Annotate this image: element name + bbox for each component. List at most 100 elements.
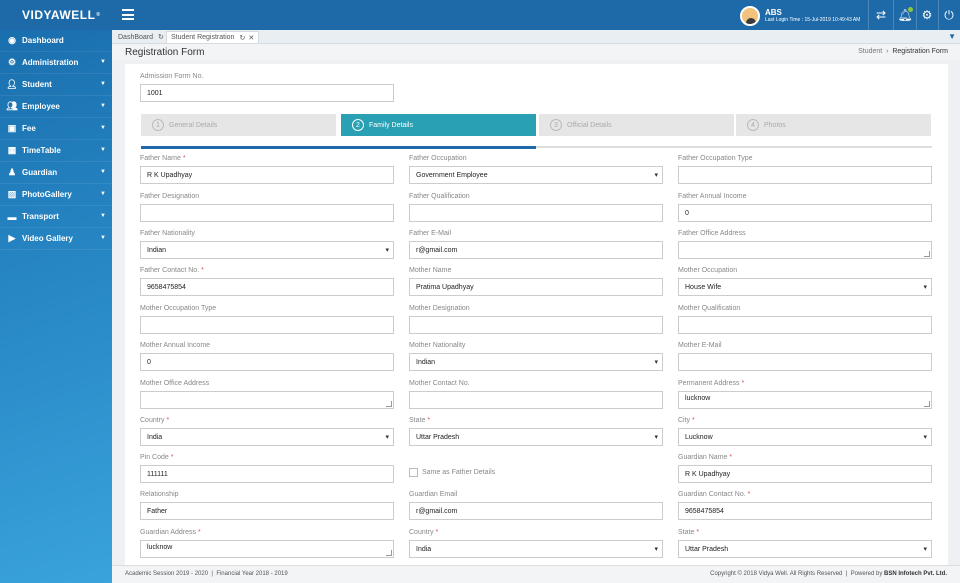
refresh-icon[interactable]: ↻: [158, 33, 164, 41]
sidebar-item-label: Video Gallery: [22, 234, 73, 243]
father-annual-income-input[interactable]: 0: [678, 204, 932, 222]
logo-mark: ®: [96, 12, 101, 18]
guardian-country-select[interactable]: India: [409, 540, 663, 558]
father-nationality-select[interactable]: Indian: [140, 241, 394, 259]
father-office-address-textarea[interactable]: [678, 241, 932, 259]
father-email-input[interactable]: r@gmail.com: [409, 241, 663, 259]
permanent-address-textarea[interactable]: lucknow: [678, 391, 932, 409]
mother-email-label: Mother E-Mail: [678, 342, 722, 349]
sidebar-item-administration[interactable]: ⚙ Administration ▼: [0, 52, 112, 74]
state-select[interactable]: Uttar Pradesh: [409, 428, 663, 446]
refresh-icon[interactable]: ↻: [239, 34, 245, 42]
relationship-label: Relationship: [140, 491, 179, 498]
photo-icon: ▨: [7, 189, 17, 199]
sidebar-item-employee[interactable]: 👥︎ Employee ▼: [0, 96, 112, 118]
bell-icon[interactable]: 🔔︎: [897, 7, 913, 23]
mother-annual-income-input[interactable]: 0: [140, 353, 394, 371]
father-designation-label: Father Designation: [140, 193, 200, 200]
mother-occupation-type-label: Mother Occupation Type: [140, 305, 217, 312]
tab-dashboard[interactable]: DashBoard ↻: [114, 31, 168, 43]
chevron-down-icon: ▼: [100, 147, 106, 153]
filter-icon[interactable]: ▼: [948, 32, 956, 41]
chevron-down-icon: ▼: [100, 103, 106, 109]
sidebar-item-dashboard[interactable]: ◉ Dashboard: [0, 30, 112, 52]
city-select[interactable]: Lucknow: [678, 428, 932, 446]
guardian-icon: ♟: [7, 167, 17, 177]
father-occupation-select[interactable]: Government Employee: [409, 166, 663, 184]
step-number: 3: [550, 119, 562, 131]
app-logo[interactable]: VIDYAWELL ®: [0, 0, 112, 30]
mother-occupation-type-input[interactable]: [140, 316, 394, 334]
guardian-name-input[interactable]: R K Upadhyay: [678, 465, 932, 483]
mother-designation-input[interactable]: [409, 316, 663, 334]
swap-icon[interactable]: ⇄: [873, 7, 889, 23]
sidebar-item-student[interactable]: 👤︎ Student ▼: [0, 74, 112, 96]
sidebar-item-photogallery[interactable]: ▨ PhotoGallery ▼: [0, 184, 112, 206]
father-email-label: Father E-Mail: [409, 230, 452, 237]
mother-qualification-input[interactable]: [678, 316, 932, 334]
step-photos[interactable]: 4 Photos: [736, 114, 931, 136]
user-info[interactable]: ABS Last Login Time : 15-Jul-2019 10:49:…: [740, 6, 860, 26]
close-icon[interactable]: ✕: [248, 34, 254, 42]
relationship-input[interactable]: Father: [140, 502, 394, 520]
sidebar-item-fee[interactable]: ▣ Fee ▼: [0, 118, 112, 140]
guardian-state-select[interactable]: Uttar Pradesh: [678, 540, 932, 558]
step-general-details[interactable]: 1 General Details: [141, 114, 336, 136]
student-icon: 👤︎: [6, 79, 18, 89]
footer: Academic Session 2019 - 2020 | Financial…: [112, 565, 960, 583]
step-number: 1: [152, 119, 164, 131]
pin-code-input[interactable]: 111111: [140, 465, 394, 483]
divider: [893, 0, 894, 30]
tab-label: Student Registration: [171, 34, 235, 41]
father-nationality-label: Father Nationality: [140, 230, 195, 237]
sidebar-item-video-gallery[interactable]: ▶ Video Gallery ▼: [0, 228, 112, 250]
menu-toggle-icon[interactable]: [122, 9, 134, 20]
avatar[interactable]: [740, 6, 760, 26]
father-occupation-type-input[interactable]: [678, 166, 932, 184]
mother-name-label: Mother Name: [409, 267, 452, 274]
gear-icon[interactable]: ⚙: [919, 7, 935, 23]
step-number: 2: [352, 119, 364, 131]
father-designation-input[interactable]: [140, 204, 394, 222]
guardian-email-label: Guardian Email: [409, 491, 458, 498]
tab-student-registration[interactable]: Student Registration ↻ ✕: [166, 31, 260, 43]
father-qualification-input[interactable]: [409, 204, 663, 222]
same-as-father-checkbox[interactable]: [409, 468, 418, 477]
power-icon[interactable]: ⏻: [941, 7, 957, 23]
father-contact-input[interactable]: 9658475854: [140, 278, 394, 296]
academic-session: Academic Session 2019 - 2020: [125, 571, 209, 577]
guardian-email-input[interactable]: r@gmail.com: [409, 502, 663, 520]
same-as-father-label: Same as Father Details: [422, 469, 496, 476]
footer-right: Copyright © 2018 Vidya Well. All Rights …: [710, 571, 947, 577]
sidebar-item-label: Administration: [22, 58, 79, 67]
father-occupation-type-label: Father Occupation Type: [678, 155, 753, 162]
sidebar-item-timetable[interactable]: ▦ TimeTable ▼: [0, 140, 112, 162]
notification-dot: [908, 7, 913, 12]
guardian-contact-input[interactable]: 9658475854: [678, 502, 932, 520]
step-family-details[interactable]: 2 Family Details: [341, 114, 536, 136]
sidebar-item-transport[interactable]: ▬ Transport ▼: [0, 206, 112, 228]
top-bar: VIDYAWELL ® ABS Last Login Time : 15-Jul-…: [0, 0, 960, 30]
step-number: 4: [747, 119, 759, 131]
father-name-input[interactable]: R K Upadhyay: [140, 166, 394, 184]
money-icon: ▣: [7, 123, 17, 133]
mother-nationality-select[interactable]: Indian: [409, 353, 663, 371]
copyright: Copyright © 2018 Vidya Well. All Rights …: [710, 571, 843, 577]
page-header: Registration Form Student › Registration…: [112, 44, 960, 60]
mother-email-input[interactable]: [678, 353, 932, 371]
step-label: Photos: [764, 121, 786, 129]
admission-form-no-input[interactable]: 1001: [140, 84, 394, 102]
divider: [868, 0, 869, 30]
financial-year: Financial Year 2018 - 2019: [216, 571, 288, 577]
mother-occupation-select[interactable]: House Wife: [678, 278, 932, 296]
breadcrumb-student[interactable]: Student: [858, 48, 882, 55]
father-name-label: Father Name *: [140, 155, 186, 162]
mother-contact-input[interactable]: [409, 391, 663, 409]
guardian-address-textarea[interactable]: lucknow: [140, 540, 394, 558]
sidebar-item-guardian[interactable]: ♟ Guardian ▼: [0, 162, 112, 184]
country-select[interactable]: India: [140, 428, 394, 446]
mother-name-input[interactable]: Pratima Upadhyay: [409, 278, 663, 296]
step-official-details[interactable]: 3 Official Details: [539, 114, 734, 136]
mother-office-address-textarea[interactable]: [140, 391, 394, 409]
powered-by-link[interactable]: BSN Infotech Pvt. Ltd.: [884, 571, 947, 577]
